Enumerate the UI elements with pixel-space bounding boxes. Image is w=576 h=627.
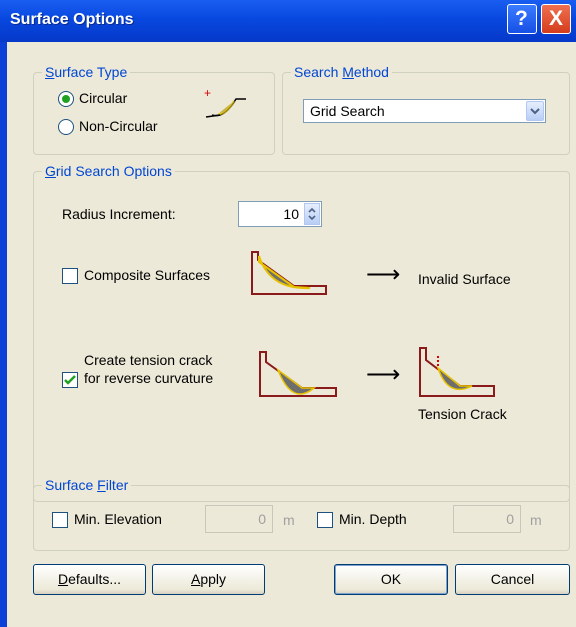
- close-button[interactable]: X: [541, 4, 571, 34]
- surface-type-legend: Surface Type: [42, 64, 131, 80]
- search-method-select[interactable]: Grid Search: [303, 99, 546, 123]
- surface-filter-group: Surface Filter Min. Elevation 0 m Min. D…: [33, 477, 570, 551]
- min-depth-unit: m: [530, 512, 542, 528]
- close-icon: X: [549, 7, 564, 30]
- svg-text:+: +: [204, 87, 211, 100]
- apply-button[interactable]: Apply: [152, 564, 265, 595]
- noncircular-radio[interactable]: [58, 119, 74, 135]
- dropdown-button[interactable]: [526, 101, 544, 121]
- dialog-window: Surface Options ? X Surface Type Circula…: [0, 0, 576, 627]
- composite-surfaces-checkbox[interactable]: [62, 268, 78, 284]
- tension-crack-label-line2[interactable]: for reverse curvature: [84, 370, 213, 386]
- search-method-value: Grid Search: [310, 103, 385, 119]
- grid-search-options-group: Grid Search Options Radius Increment: 10…: [33, 163, 570, 502]
- tension-crack-checkbox[interactable]: [62, 372, 78, 388]
- dialog-body: Surface Type Circular Non-Circular + Sea…: [7, 42, 576, 627]
- search-method-group: Search Method Grid Search: [282, 64, 570, 155]
- tension-crack-diagram: [419, 347, 495, 397]
- noncircular-label[interactable]: Non-Circular: [79, 118, 158, 134]
- min-elevation-input[interactable]: 0: [205, 505, 273, 533]
- composite-surface-diagram: [251, 251, 327, 295]
- circular-radio[interactable]: [58, 91, 74, 107]
- cancel-label: Cancel: [490, 571, 535, 587]
- min-depth-checkbox[interactable]: [317, 512, 333, 528]
- min-depth-input[interactable]: 0: [453, 505, 521, 533]
- circular-label[interactable]: Circular: [79, 90, 127, 106]
- checkmark-icon: [64, 375, 76, 385]
- tension-arrow-icon: ⟶: [366, 361, 401, 388]
- composite-arrow-icon: ⟶: [366, 261, 401, 288]
- cancel-button[interactable]: Cancel: [455, 564, 570, 595]
- min-elevation-checkbox[interactable]: [52, 512, 68, 528]
- help-icon: ?: [515, 7, 528, 30]
- chevron-down-icon: [530, 108, 540, 115]
- tension-source-diagram: [259, 351, 337, 397]
- search-method-legend: Search Method: [291, 64, 392, 80]
- radius-increment-label: Radius Increment:: [62, 206, 176, 222]
- tension-crack-label-line1[interactable]: Create tension crack: [84, 352, 212, 368]
- help-button[interactable]: ?: [507, 4, 537, 34]
- surface-type-group: Surface Type Circular Non-Circular +: [33, 64, 275, 155]
- defaults-button[interactable]: Defaults...: [33, 564, 146, 595]
- circular-surface-icon: +: [204, 87, 246, 118]
- spinner-arrows-icon: [308, 207, 316, 221]
- title-bar[interactable]: Surface Options ? X: [0, 0, 576, 42]
- composite-surfaces-label[interactable]: Composite Surfaces: [84, 267, 210, 283]
- min-elevation-value: 0: [258, 511, 266, 527]
- invalid-surface-label: Invalid Surface: [418, 271, 511, 287]
- radius-spinner[interactable]: [304, 203, 320, 225]
- radius-increment-value: 10: [283, 206, 299, 222]
- ok-label: OK: [380, 571, 402, 587]
- grid-search-options-legend: Grid Search Options: [42, 163, 175, 179]
- min-depth-label[interactable]: Min. Depth: [339, 511, 407, 527]
- dialog-title: Surface Options: [10, 11, 134, 28]
- surface-filter-legend: Surface Filter: [42, 477, 132, 493]
- ok-button[interactable]: OK: [334, 564, 448, 595]
- min-depth-value: 0: [506, 511, 514, 527]
- min-elevation-label[interactable]: Min. Elevation: [74, 511, 162, 527]
- tension-crack-result-label: Tension Crack: [418, 406, 507, 422]
- min-elevation-unit: m: [283, 512, 295, 528]
